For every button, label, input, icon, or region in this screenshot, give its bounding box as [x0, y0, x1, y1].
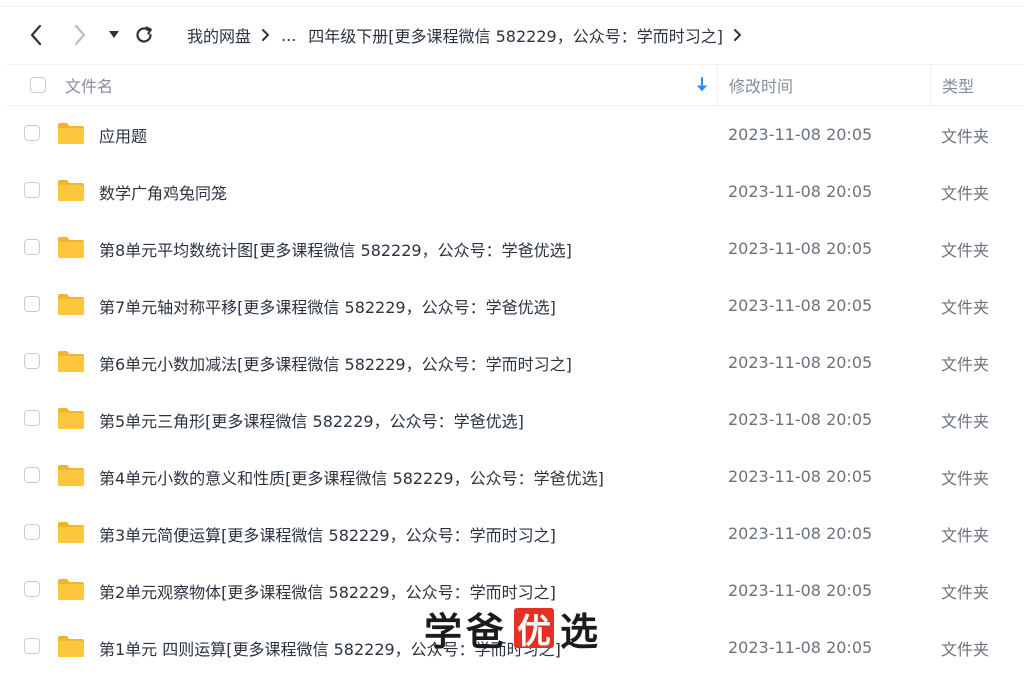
- row-checkbox[interactable]: [24, 296, 40, 312]
- watermark: 学 爸 优 选: [424, 604, 602, 654]
- table-row[interactable]: 第5单元三角形[更多课程微信 582229，公众号：学爸优选] 2023-11-0…: [6, 391, 1024, 448]
- breadcrumb-current[interactable]: 四年级下册[更多课程微信 582229，公众号：学而时习之]: [308, 23, 723, 47]
- column-header-type[interactable]: 类型: [930, 65, 1024, 105]
- refresh-button[interactable]: [130, 19, 158, 51]
- history-dropdown-button[interactable]: [104, 19, 124, 51]
- file-table: 文件名 修改时间 类型 应用题 2023-11-08 20:05 文件夹 数学广角鸡兔…: [6, 64, 1024, 676]
- modified-time: 2023-11-08 20:05: [728, 353, 873, 372]
- table-body: 应用题 2023-11-08 20:05 文件夹 数学广角鸡兔同笼 2023-11-08…: [6, 106, 1024, 676]
- table-row[interactable]: 第7单元轴对称平移[更多课程微信 582229，公众号：学爸优选] 2023-11…: [6, 277, 1024, 334]
- table-header: 文件名 修改时间 类型: [6, 64, 1024, 106]
- watermark-char: 学: [424, 609, 467, 654]
- row-checkbox[interactable]: [24, 524, 40, 540]
- file-type: 文件夹: [941, 582, 990, 602]
- file-type: 文件夹: [941, 468, 990, 488]
- forward-button[interactable]: [66, 19, 94, 51]
- file-name[interactable]: 第5单元三角形[更多课程微信 582229，公众号：学爸优选]: [99, 391, 524, 448]
- file-manager-page: 我的网盘 ... 四年级下册[更多课程微信 582229，公众号：学而时习之] …: [0, 0, 1024, 689]
- file-name[interactable]: 第8单元平均数统计图[更多课程微信 582229，公众号：学爸优选]: [99, 220, 572, 277]
- chevron-left-icon: [30, 24, 42, 46]
- table-row[interactable]: 第8单元平均数统计图[更多课程微信 582229，公众号：学爸优选] 2023-1…: [6, 220, 1024, 277]
- modified-time: 2023-11-08 20:05: [728, 125, 873, 144]
- file-name[interactable]: 第4单元小数的意义和性质[更多课程微信 582229，公众号：学爸优选]: [99, 448, 604, 505]
- chevron-right-icon: [261, 28, 271, 42]
- sort-down-arrow-icon[interactable]: [696, 77, 708, 93]
- file-name[interactable]: 数学广角鸡兔同笼: [99, 163, 227, 220]
- modified-time: 2023-11-08 20:05: [728, 581, 873, 600]
- modified-time: 2023-11-08 20:05: [728, 182, 873, 201]
- row-checkbox[interactable]: [24, 581, 40, 597]
- file-type: 文件夹: [941, 639, 990, 659]
- row-checkbox[interactable]: [24, 125, 40, 141]
- folder-icon: [58, 123, 84, 144]
- row-checkbox[interactable]: [24, 638, 40, 654]
- breadcrumb-root[interactable]: 我的网盘: [187, 23, 251, 47]
- watermark-char: 爸: [466, 609, 509, 654]
- refresh-icon: [136, 26, 152, 43]
- watermark-char: 选: [560, 609, 603, 654]
- row-checkbox[interactable]: [24, 239, 40, 255]
- file-type: 文件夹: [941, 297, 990, 317]
- folder-icon: [58, 579, 84, 600]
- table-row[interactable]: 应用题 2023-11-08 20:05 文件夹: [6, 106, 1024, 163]
- file-type: 文件夹: [941, 411, 990, 431]
- table-row[interactable]: 数学广角鸡兔同笼 2023-11-08 20:05 文件夹: [6, 163, 1024, 220]
- breadcrumb: 我的网盘 ... 四年级下册[更多课程微信 582229，公众号：学而时习之]: [187, 19, 753, 51]
- folder-icon: [58, 408, 84, 429]
- file-name[interactable]: 第6单元小数加减法[更多课程微信 582229，公众号：学而时习之]: [99, 334, 572, 391]
- file-type: 文件夹: [941, 240, 990, 260]
- select-all-checkbox[interactable]: [30, 65, 46, 105]
- folder-icon: [58, 522, 84, 543]
- table-row[interactable]: 第4单元小数的意义和性质[更多课程微信 582229，公众号：学爸优选] 2023…: [6, 448, 1024, 505]
- navigation-bar: 我的网盘 ... 四年级下册[更多课程微信 582229，公众号：学而时习之]: [0, 7, 1024, 63]
- row-checkbox[interactable]: [24, 410, 40, 426]
- caret-down-icon: [109, 31, 119, 38]
- file-name[interactable]: 第7单元轴对称平移[更多课程微信 582229，公众号：学爸优选]: [99, 277, 556, 334]
- file-name[interactable]: 第3单元简便运算[更多课程微信 582229，公众号：学而时习之]: [99, 505, 556, 562]
- folder-icon: [58, 636, 84, 657]
- column-header-name[interactable]: 文件名: [65, 65, 113, 105]
- watermark-highlight: 优: [514, 608, 555, 652]
- folder-icon: [58, 294, 84, 315]
- modified-time: 2023-11-08 20:05: [728, 467, 873, 486]
- modified-time: 2023-11-08 20:05: [728, 410, 873, 429]
- modified-time: 2023-11-08 20:05: [728, 524, 873, 543]
- file-name[interactable]: 应用题: [99, 106, 147, 163]
- modified-time: 2023-11-08 20:05: [728, 239, 873, 258]
- file-type: 文件夹: [941, 354, 990, 374]
- folder-icon: [58, 465, 84, 486]
- modified-time: 2023-11-08 20:05: [728, 638, 873, 657]
- file-type: 文件夹: [941, 525, 990, 545]
- table-row[interactable]: 第6单元小数加减法[更多课程微信 582229，公众号：学而时习之] 2023-1…: [6, 334, 1024, 391]
- folder-icon: [58, 180, 84, 201]
- row-checkbox[interactable]: [24, 353, 40, 369]
- folder-icon: [58, 351, 84, 372]
- folder-icon: [58, 237, 84, 258]
- chevron-right-icon: [74, 24, 86, 46]
- table-row[interactable]: 第3单元简便运算[更多课程微信 582229，公众号：学而时习之] 2023-11…: [6, 505, 1024, 562]
- modified-time: 2023-11-08 20:05: [728, 296, 873, 315]
- file-type: 文件夹: [941, 126, 990, 146]
- back-button[interactable]: [22, 19, 50, 51]
- chevron-right-icon: [733, 28, 743, 42]
- row-checkbox[interactable]: [24, 182, 40, 198]
- file-type: 文件夹: [941, 183, 990, 203]
- breadcrumb-ellipsis[interactable]: ...: [281, 26, 296, 45]
- row-checkbox[interactable]: [24, 467, 40, 483]
- column-header-modified[interactable]: 修改时间: [717, 65, 793, 105]
